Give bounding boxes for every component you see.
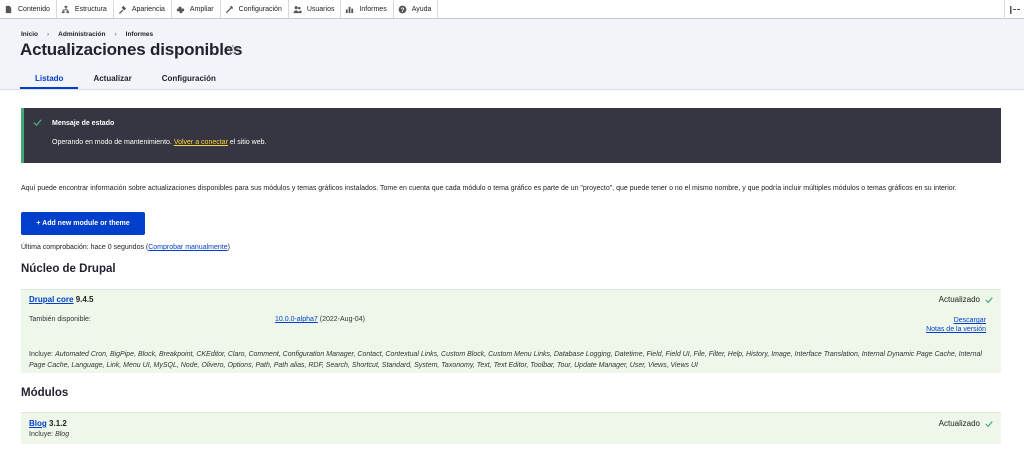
project-status: Actualizado	[939, 419, 993, 428]
reconnect-link[interactable]: Volver a conectar	[174, 139, 228, 146]
includes-label: Incluye:	[29, 351, 54, 358]
toolbar-item-label: Estructura	[74, 5, 107, 13]
check-icon	[33, 119, 42, 127]
also-available-label: También disponible:	[29, 316, 91, 323]
toolbar-item-configuracion[interactable]: Configuración	[221, 0, 289, 18]
core-heading: Núcleo de Drupal	[21, 263, 116, 275]
tab-listado[interactable]: Listado	[20, 67, 79, 89]
extend-icon	[176, 6, 185, 13]
wrench-icon	[225, 5, 233, 13]
toolbar-item-label: Ayuda	[411, 5, 432, 13]
breadcrumb: Inicio › Administración › Informes	[21, 31, 153, 38]
toolbar-item-contenido[interactable]: Contenido	[0, 0, 57, 18]
structure-icon	[61, 5, 70, 13]
project-version: 3.1.2	[49, 419, 67, 428]
status-message-prefix: Operando en modo de mantenimiento.	[52, 139, 172, 146]
admin-toolbar: Contenido Estructura Apariencia Ampliar …	[0, 0, 1024, 19]
includes-text: Incluye: Blog	[29, 431, 69, 438]
also-available-version: 10.0.0-alpha7 (2022-Aug-04)	[275, 316, 365, 323]
breadcrumb-link[interactable]: Inicio	[21, 31, 38, 38]
page-title: Actualizaciones disponibles	[20, 40, 243, 59]
toolbar-item-label: Usuarios	[306, 5, 335, 13]
tab-actualizar[interactable]: Actualizar	[78, 67, 146, 89]
svg-text:?: ?	[400, 6, 404, 13]
status-message-text: Operando en modo de mantenimiento. Volve…	[52, 139, 266, 146]
toolbar-item-label: Apariencia	[131, 5, 165, 13]
release-links: Descargar Notas de la versión	[926, 317, 986, 333]
primary-tabs: Listado Actualizar Configuración	[20, 67, 231, 89]
shortcut-star-icon[interactable]: ☆	[226, 41, 239, 59]
toolbar-item-label: Contenido	[18, 5, 50, 13]
includes-text: Incluye: Automated Cron, BigPipe, Block,…	[29, 349, 984, 371]
modules-heading: Módulos	[21, 387, 69, 399]
release-notes-link[interactable]: Notas de la versión	[926, 326, 986, 333]
breadcrumb-separator: ›	[114, 31, 117, 38]
appearance-icon	[118, 5, 126, 14]
breadcrumb-link[interactable]: Administración	[58, 31, 105, 38]
project-version: 9.4.5	[75, 295, 94, 304]
intro-text: Aquí puede encontrar información sobre a…	[21, 185, 957, 192]
check-manually-link[interactable]: Comprobar manualmente	[148, 244, 227, 251]
users-icon	[293, 5, 302, 13]
content-icon	[5, 5, 12, 13]
last-check-suffix: )	[227, 244, 230, 251]
status-message-suffix: el sitio web.	[229, 139, 267, 146]
toolbar-item-estructura[interactable]: Estructura	[57, 0, 114, 18]
check-icon	[985, 296, 993, 303]
toolbar-item-ayuda[interactable]: ? Ayuda	[394, 0, 439, 18]
project-status: Actualizado	[939, 295, 993, 304]
toolbar-item-usuarios[interactable]: Usuarios	[289, 0, 342, 18]
breadcrumb-link[interactable]: Informes	[126, 31, 153, 38]
includes-list: Blog	[55, 431, 70, 438]
includes-list: Automated Cron, BigPipe, Block, Breakpoi…	[29, 351, 982, 369]
status-text: Actualizado	[938, 295, 980, 304]
page-header: Inicio › Administración › Informes Actua…	[0, 19, 1024, 90]
status-message: Mensaje de estado Operando en modo de ma…	[21, 108, 1001, 163]
toolbar-orientation-toggle[interactable]	[1004, 0, 1024, 19]
toolbar-item-label: Configuración	[238, 5, 282, 13]
status-text: Actualizado	[938, 419, 980, 428]
drupal-core-link[interactable]: Drupal core	[29, 295, 73, 304]
last-check-prefix: Última comprobación: hace 0 segundos (	[21, 244, 149, 251]
project-title: Blog 3.1.2	[29, 419, 67, 428]
includes-label: Incluye:	[29, 431, 54, 438]
reports-icon	[346, 6, 354, 13]
core-project-row: Drupal core 9.4.5 Actualizado También di…	[21, 289, 1001, 373]
blog-link[interactable]: Blog	[29, 419, 47, 428]
add-module-button[interactable]: + Add new module or theme	[21, 212, 145, 235]
project-title: Drupal core 9.4.5	[29, 295, 94, 304]
check-icon	[985, 420, 993, 427]
toolbar-item-ampliar[interactable]: Ampliar	[172, 0, 221, 18]
toolbar-item-label: Informes	[359, 5, 387, 13]
orientation-toggle-icon	[1009, 5, 1020, 14]
status-message-title: Mensaje de estado	[52, 120, 115, 127]
release-date: (2022-Aug-04)	[319, 316, 365, 323]
help-icon: ?	[398, 5, 407, 13]
toolbar-item-label: Ampliar	[189, 5, 214, 13]
toolbar-item-informes[interactable]: Informes	[341, 0, 394, 18]
release-link[interactable]: 10.0.0-alpha7	[275, 316, 318, 323]
module-project-row: Blog 3.1.2 Actualizado Incluye: Blog	[21, 412, 1001, 444]
breadcrumb-separator: ›	[46, 31, 50, 38]
last-check-text: Última comprobación: hace 0 segundos (Co…	[21, 244, 230, 251]
toolbar-item-apariencia[interactable]: Apariencia	[114, 0, 172, 18]
download-link[interactable]: Descargar	[954, 317, 986, 324]
tab-configuracion[interactable]: Configuración	[147, 67, 231, 89]
